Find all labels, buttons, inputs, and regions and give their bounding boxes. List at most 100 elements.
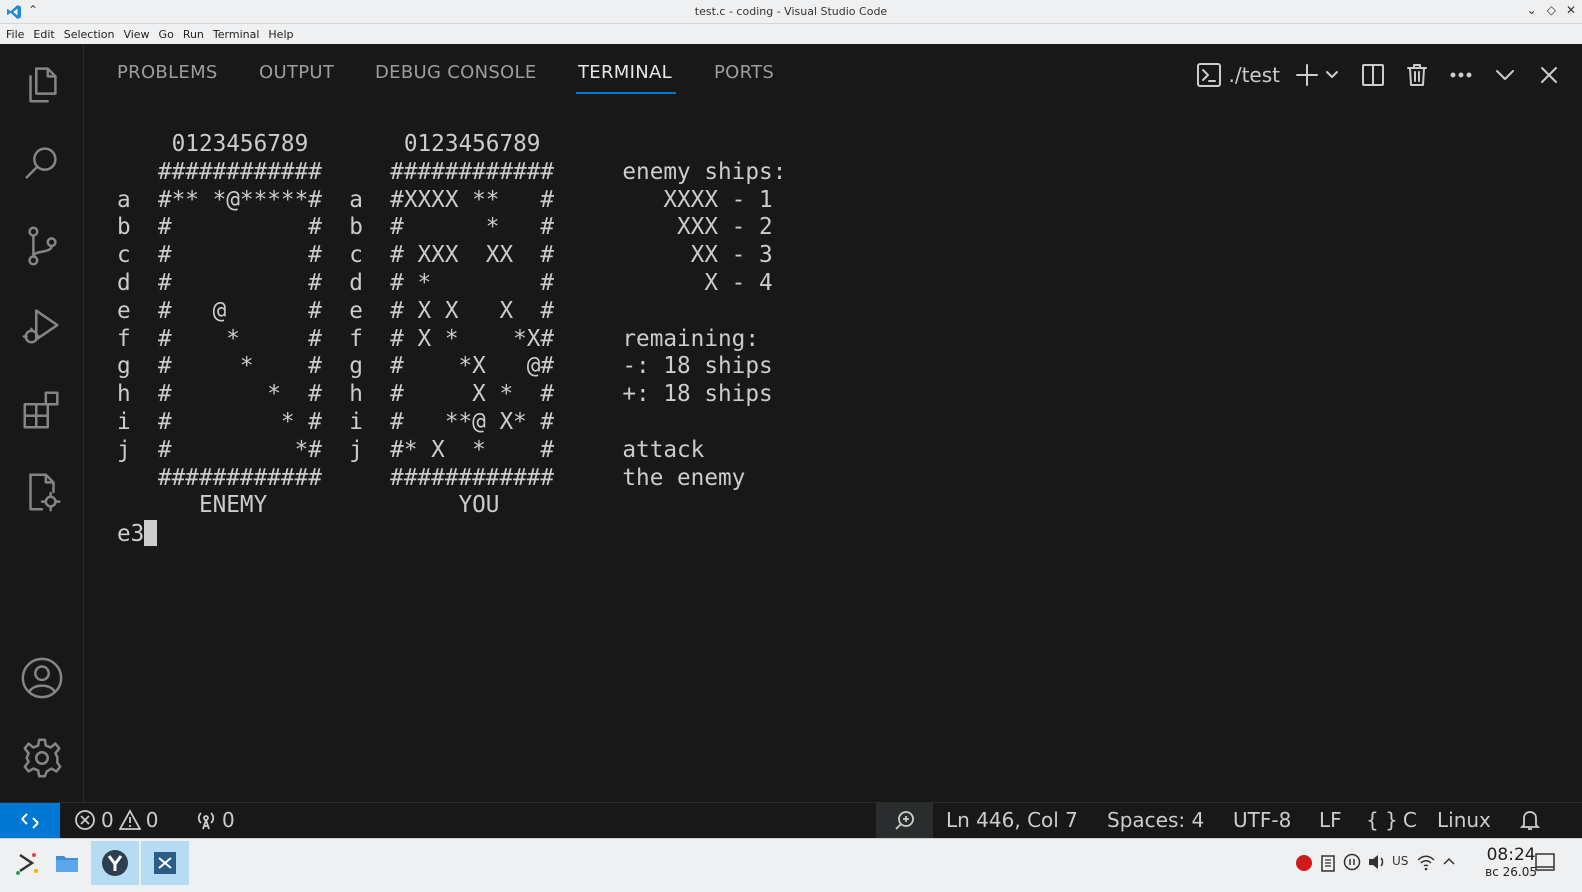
menu-edit[interactable]: Edit	[33, 28, 54, 41]
menu-bar: File Edit Selection View Go Run Terminal…	[0, 24, 1582, 44]
launch-profile-button[interactable]	[1324, 67, 1340, 83]
clipboard-icon[interactable]	[1320, 853, 1336, 873]
close-window-icon[interactable]: ✕	[1566, 3, 1576, 17]
minimize-icon[interactable]: ⌄	[1527, 3, 1537, 17]
maximize-icon[interactable]: ◇	[1547, 3, 1556, 17]
menu-terminal[interactable]: Terminal	[213, 28, 260, 41]
launcher-icon	[16, 853, 38, 875]
taskbar-browser[interactable]	[91, 841, 139, 885]
terminal-line: ENEMY YOU	[117, 492, 500, 519]
menu-help[interactable]: Help	[268, 28, 293, 41]
active-tab-indicator	[576, 92, 676, 94]
split-terminal-button[interactable]	[1360, 62, 1386, 88]
problems-indicator[interactable]: 0 0	[74, 808, 158, 832]
tab-debug-console[interactable]: DEBUG CONSOLE	[375, 62, 537, 83]
terminal-line: g # * # g # *X @# -: 18 ships	[117, 353, 773, 380]
terminal-line: 0123456789 0123456789	[117, 131, 541, 157]
end-of-line[interactable]: LF	[1319, 808, 1342, 832]
broadcast-icon	[197, 812, 215, 830]
account-icon	[21, 657, 63, 699]
ports-indicator[interactable]: 0	[195, 808, 235, 832]
status-bar: 0 0 0 Ln 446, Col 7 Spaces: 4 UTF-8 LF {…	[0, 802, 1582, 839]
panel-actions: ./test	[1196, 58, 1562, 92]
keyboard-layout[interactable]: US	[1392, 854, 1408, 868]
folder-icon	[56, 856, 78, 872]
bell-icon	[1519, 811, 1541, 830]
ellipsis-icon	[1450, 72, 1472, 78]
terminal-line: j # *# j #* X * # attack	[117, 436, 705, 463]
cursor-position[interactable]: Ln 446, Col 7	[946, 808, 1078, 832]
menu-run[interactable]: Run	[183, 28, 204, 41]
activity-explorer[interactable]	[18, 60, 66, 108]
terminal-line: ############ ############ the enemy	[117, 464, 746, 491]
tab-output[interactable]: OUTPUT	[259, 62, 334, 83]
activity-search[interactable]	[18, 140, 66, 188]
warning-count: 0	[145, 808, 159, 832]
activity-extensions[interactable]	[18, 386, 66, 434]
terminal-line: ############ ############ enemy ships:	[117, 158, 787, 185]
volume-icon[interactable]	[1367, 853, 1387, 871]
terminal-icon	[1197, 63, 1222, 87]
wifi-icon[interactable]	[1416, 852, 1436, 872]
search-icon	[25, 147, 57, 179]
language-label: C	[1402, 808, 1417, 832]
window-title: test.c - coding - Visual Studio Code	[694, 5, 888, 18]
activity-manage[interactable]	[18, 734, 66, 782]
terminal-output[interactable]: 0123456789 0123456789 ############ #####…	[117, 131, 786, 549]
terminal-input: e3	[117, 521, 145, 548]
encoding[interactable]: UTF-8	[1233, 808, 1291, 832]
kill-terminal-button[interactable]	[1404, 62, 1430, 88]
terminal-line: b # # b # * # XXX - 2	[117, 214, 773, 241]
terminal-line: a #** *@*****# a #XXXX ** # XXXX - 1	[117, 186, 773, 213]
terminal-line: d # # d # * # X - 4	[117, 269, 773, 296]
close-panel-button[interactable]	[1536, 62, 1562, 88]
split-icon	[1362, 64, 1384, 86]
activity-remote-settings[interactable]	[18, 468, 66, 516]
clock[interactable]: 08:24 вс 26.05	[1485, 845, 1537, 879]
remote-indicator[interactable]	[0, 803, 60, 839]
menu-file[interactable]: File	[6, 28, 24, 41]
taskbar-file-manager[interactable]	[43, 841, 91, 885]
trash-icon	[1407, 64, 1427, 86]
menu-go[interactable]: Go	[159, 28, 174, 41]
os-indicator[interactable]: Linux	[1437, 808, 1491, 832]
taskbar-vscode[interactable]	[141, 841, 189, 885]
menu-view[interactable]: View	[123, 28, 149, 41]
source-control-icon	[28, 226, 57, 266]
extensions-icon	[23, 391, 59, 429]
zoom-indicator[interactable]	[876, 803, 933, 839]
tab-ports[interactable]: PORTS	[714, 62, 774, 83]
gear-icon	[23, 738, 62, 778]
activity-bar	[0, 44, 84, 802]
terminal-line: i # * # i # **@ X* #	[117, 408, 555, 435]
zoom-in-icon	[894, 811, 914, 830]
terminal-cursor	[144, 520, 158, 547]
tray-expand-icon[interactable]	[1442, 855, 1456, 867]
more-actions-button[interactable]	[1448, 62, 1474, 88]
activity-source-control[interactable]	[18, 222, 66, 270]
tab-problems[interactable]: PROBLEMS	[117, 62, 218, 83]
activity-run-debug[interactable]	[18, 302, 66, 350]
explorer-icon	[29, 67, 57, 103]
remote-icon	[21, 813, 39, 829]
language-mode[interactable]: { } C	[1366, 808, 1417, 832]
run-debug-icon	[22, 309, 59, 344]
tab-terminal[interactable]: TERMINAL	[578, 62, 672, 83]
terminal-selector[interactable]: ./test	[1196, 62, 1294, 88]
activity-accounts[interactable]	[18, 654, 66, 702]
remote-settings-icon	[29, 473, 61, 512]
terminal-name: ./test	[1228, 63, 1280, 87]
media-pause-icon[interactable]	[1343, 853, 1361, 871]
error-icon	[75, 810, 95, 830]
menu-selection[interactable]: Selection	[64, 28, 115, 41]
clock-time: 08:24	[1486, 845, 1536, 865]
notifications-button[interactable]	[1518, 808, 1542, 832]
indentation[interactable]: Spaces: 4	[1107, 808, 1204, 832]
show-desktop-icon[interactable]	[1534, 851, 1556, 873]
close-icon	[1541, 67, 1557, 83]
terminal-prompt-line[interactable]: e3	[117, 520, 786, 549]
terminal-line: f # * # f # X * *X# remaining:	[117, 325, 759, 352]
recording-icon[interactable]	[1294, 853, 1314, 873]
new-terminal-button[interactable]	[1294, 62, 1320, 88]
maximize-panel-button[interactable]	[1492, 62, 1518, 88]
